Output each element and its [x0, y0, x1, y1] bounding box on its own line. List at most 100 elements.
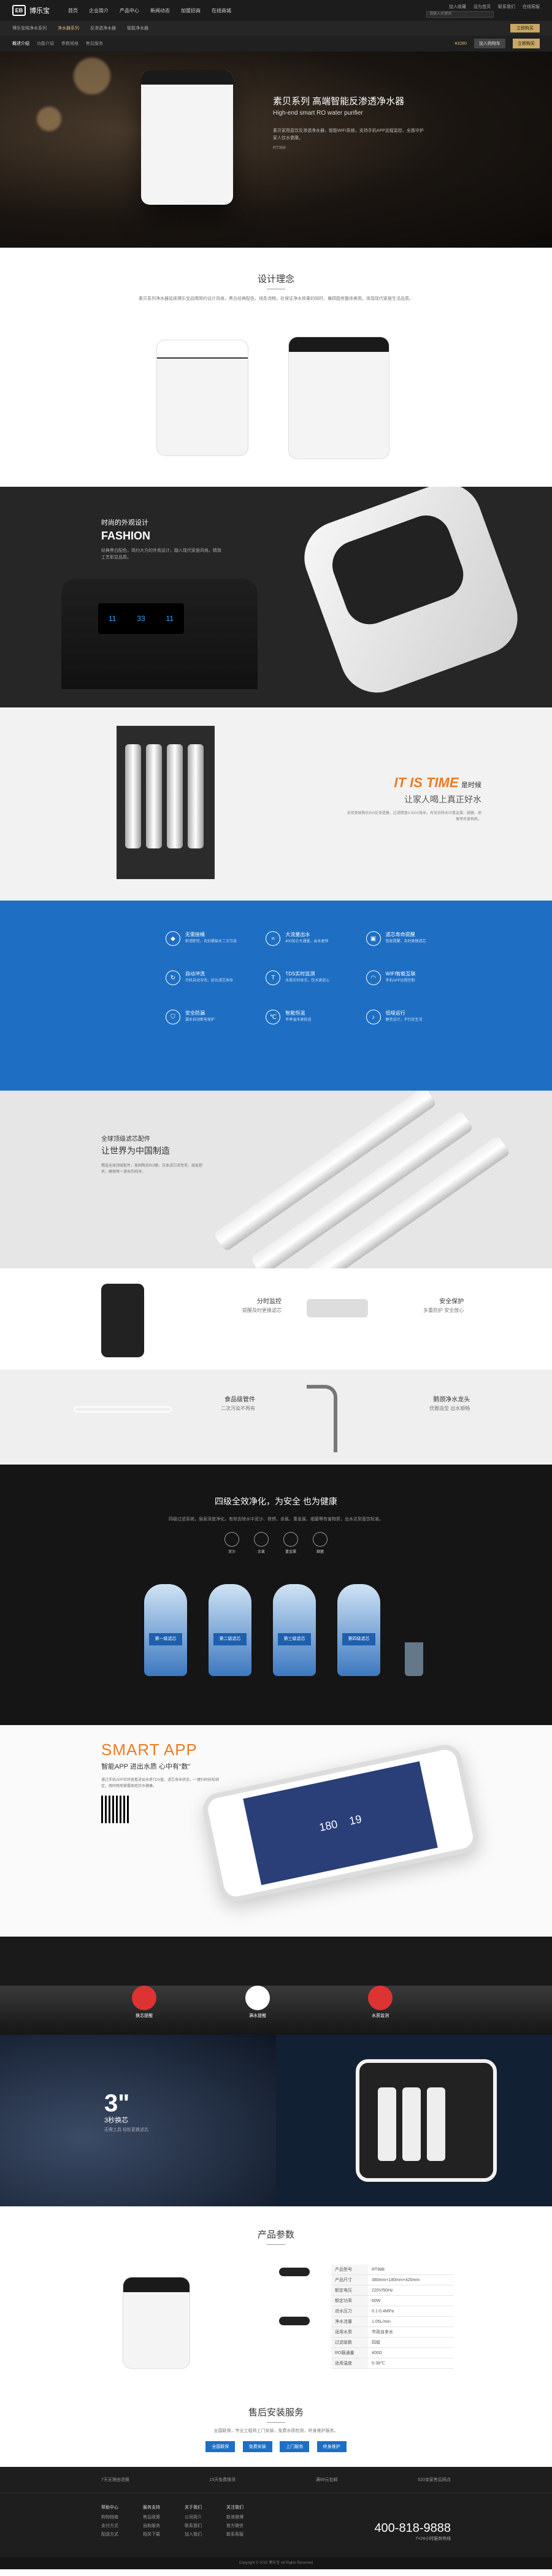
hero-subtitle: High-end smart RO water purifier	[273, 110, 363, 116]
footer-link[interactable]: 售后政策	[143, 2514, 160, 2520]
footer-link[interactable]: 相关下载	[143, 2531, 160, 2537]
design-title: 设计理念	[257, 274, 294, 284]
global-title1: 全球顶级滤芯配件	[101, 1136, 150, 1143]
service-button[interactable]: 全国联保	[205, 2441, 236, 2452]
fashion-desc: 经典黑白配色，简约大方的外观设计，融入现代家居风格，精致工艺彰显品质。	[101, 549, 221, 560]
time-headline-cn: 是时候	[461, 782, 481, 789]
param-value: 220V/50Hz	[368, 2285, 454, 2296]
footer-col: 帮助中心 购物指南 支付方式 配送方式	[101, 2504, 118, 2540]
four-desc: 四级过滤系统，层层深度净化，有效去除水中泥沙、铁锈、余氯、重金属、细菌等有害物质…	[169, 1517, 383, 1522]
nav-item-news[interactable]: 新闻动态	[150, 7, 170, 14]
param-value: 四级	[368, 2337, 454, 2348]
footer-col: 关注我们新浪微博官方微信联系客服	[226, 2504, 243, 2540]
safety-desc: 多重防护 安全放心	[423, 1308, 464, 1313]
water-glass	[405, 1642, 423, 1676]
nav-item-shop[interactable]: 在线商城	[212, 7, 231, 14]
subnav-item[interactable]: 反渗透净水器	[90, 25, 116, 31]
footer-link[interactable]: 新浪微博	[226, 2514, 243, 2520]
link-contact[interactable]: 联系我们	[498, 4, 515, 10]
nav-item-join[interactable]: 加盟招商	[181, 7, 201, 14]
feature-title: 低噪运行	[385, 1010, 405, 1016]
param-key: 适用水质	[331, 2326, 368, 2338]
service-button[interactable]: 终身维护	[316, 2441, 347, 2452]
fashion-section: 时尚的外观设计 FASHION 经典黑白配色，简约大方的外观设计，融入现代家居风…	[0, 487, 552, 707]
four-title: 四级全效净化，为安全 也为健康	[215, 1496, 337, 1506]
service-button[interactable]: 免费安装	[242, 2441, 272, 2452]
feature-desc: 冬季温水更舒适	[285, 1018, 312, 1022]
footer-link[interactable]: 联系客服	[226, 2531, 243, 2537]
feature-desc: 即滤即饮，告别桶装水二次污染	[185, 940, 237, 943]
buy-button[interactable]: 立即购买	[510, 24, 540, 32]
footer-service: 520余家售后网点	[418, 2478, 451, 2482]
service-desc: 全国联保，专业工程师上门安装，免费水质检测，终身维护服务。	[213, 2429, 339, 2433]
design-section: 设计理念 素贝系列净水器延续博乐宝品牌简约设计风格，黑白经典配色，线条流畅，在保…	[0, 248, 552, 487]
nav-item-about[interactable]: 企业简介	[89, 7, 109, 14]
footer-col-title: 服务支持	[143, 2506, 160, 2510]
phone-image: 180 19	[199, 1742, 481, 1905]
product-tab[interactable]: 功能介绍	[37, 40, 54, 47]
feature-item: ◠ WIFI智能互联 手机APP远程控制	[366, 970, 454, 985]
hotline: 400-818-9888	[374, 2521, 451, 2535]
filters-image	[117, 726, 215, 879]
faucet-image	[307, 1385, 337, 1452]
faucet-desc: 优雅造型 出水顺畅	[429, 1406, 470, 1411]
product-top-image	[294, 487, 528, 703]
feature-desc: 400加仑大通量，出水更快	[285, 940, 329, 943]
top-links: 加入收藏 设为首页 联系我们 在线客服	[449, 4, 540, 10]
features-grid: ◆ 无需接桶 即滤即饮，告别桶装水二次污染 ≈ 大流量出水 400加仑大通量，出水更快 ▣ 滤…	[166, 931, 454, 1024]
nav-item-home[interactable]: 首页	[68, 7, 78, 14]
feature-title: WIFI智能互联	[385, 971, 416, 977]
kitchen-section: 换芯提醒 满水提醒 水质监测	[0, 1937, 552, 2035]
search-input[interactable]: 请输入关键词	[426, 11, 494, 18]
link-homepage[interactable]: 设为首页	[473, 4, 491, 10]
feature-title: 自动冲洗	[185, 971, 205, 977]
sensor-image	[307, 1299, 368, 1317]
link-service[interactable]: 在线客服	[523, 4, 540, 10]
nav-item-products[interactable]: 产品中心	[120, 7, 139, 14]
service-button[interactable]: 上门服务	[280, 2441, 310, 2452]
monitor-desc: 提醒及时更换滤芯	[242, 1308, 282, 1313]
params-row: 进水压力 0.1-0.4MPa	[331, 2306, 454, 2317]
feature-item: T TDS实时监测 水质实时显示，饮水更放心	[266, 970, 353, 985]
subnav-item[interactable]: 智能净水器	[127, 25, 148, 31]
global-section: 全球顶级滤芯配件 让世界为中国制造 精选全球顶级配件，美国陶氏RO膜，日本进口活…	[0, 1091, 552, 1268]
params-row: RO膜通量 400G	[331, 2347, 454, 2358]
footer-link[interactable]: 加入我们	[185, 2531, 202, 2537]
monitor-section: 分时监控 提醒及时更换滤芯 安全保护 多重防护 安全放心	[0, 1268, 552, 1370]
footer-link[interactable]: 公司简介	[185, 2514, 202, 2520]
qr-code[interactable]	[101, 1796, 129, 1823]
wash-icon: ↻	[166, 970, 180, 985]
stage-3: 第三级滤芯	[273, 1584, 316, 1676]
four-icon-label: 泥沙	[228, 1550, 236, 1554]
footer-link[interactable]: 自助服务	[143, 2523, 160, 2529]
logo-mark: EB	[12, 5, 26, 16]
params-row: 产品尺寸 380mm×180mm×420mm	[331, 2274, 454, 2285]
param-value: RT988	[368, 2265, 454, 2275]
feature-item: ⛉ 安全防漏 漏水自动断电保护	[166, 1010, 253, 1024]
footer-link[interactable]: 支付方式	[101, 2523, 118, 2529]
product-bar: 概述介绍 功能介绍 参数规格 售后服务 ¥3280 加入购物车 立即购买	[0, 36, 552, 51]
param-key: 过滤级数	[331, 2337, 368, 2348]
kitchen-item: 满水提醒	[249, 2014, 266, 2018]
footer-link[interactable]: 配送方式	[101, 2531, 118, 2537]
water-icon: ≈	[266, 931, 281, 946]
footer-link[interactable]: 联系我们	[185, 2523, 202, 2529]
footer-link[interactable]: 购物指南	[101, 2514, 118, 2520]
link-favorite[interactable]: 加入收藏	[449, 4, 466, 10]
footer-col-title: 关注我们	[226, 2506, 243, 2510]
add-cart-button[interactable]: 加入购物车	[474, 39, 505, 48]
footer-link[interactable]: 官方微信	[226, 2523, 243, 2529]
product-image-front	[156, 340, 248, 456]
product-tab[interactable]: 参数规格	[61, 40, 79, 47]
subnav-item-active[interactable]: 净水器系列	[58, 25, 79, 31]
footer-service: 满99元包邮	[315, 2478, 338, 2482]
product-tab[interactable]: 售后服务	[86, 40, 103, 47]
lamp-light	[37, 107, 61, 131]
three-desc: 无需工具 轻松更换滤芯	[104, 2128, 148, 2132]
feature-item: ≈ 大流量出水 400加仑大通量，出水更快	[266, 931, 353, 946]
logo-text: 博乐宝	[29, 7, 50, 15]
subnav-item[interactable]: 博乐宝纯净水系列	[12, 25, 47, 31]
logo[interactable]: EB 博乐宝	[12, 5, 50, 16]
buy-now-button[interactable]: 立即购买	[513, 39, 540, 48]
feature-title: TDS实时监测	[285, 971, 315, 977]
